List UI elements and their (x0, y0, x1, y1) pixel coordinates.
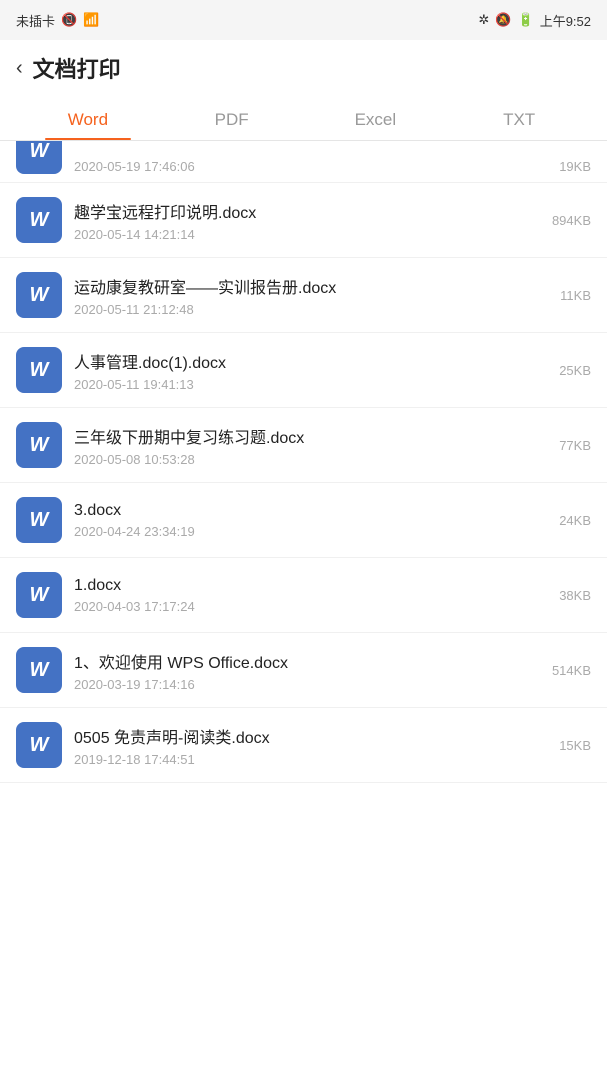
file-date: 2020-05-08 10:53:28 (74, 452, 551, 467)
list-item[interactable]: W 1.docx 2020-04-03 17:17:24 38KB (0, 558, 607, 633)
list-item[interactable]: W 趣学宝远程打印说明.docx 2020-05-14 14:21:14 894… (0, 183, 607, 258)
file-size: 19KB (559, 159, 591, 174)
word-file-icon: W (16, 197, 62, 243)
list-item[interactable]: W 2020-05-19 17:46:06 19KB (0, 141, 607, 183)
file-date: 2020-03-19 17:14:16 (74, 677, 544, 692)
file-name: 三年级下册期中复习练习题.docx (74, 424, 551, 448)
mute-icon: 🔕 (495, 12, 511, 28)
status-bar: 未插卡 📵 📶 ✲ 🔕 🔋 上午9:52 (0, 0, 607, 40)
file-name: 1.docx (74, 577, 551, 595)
file-date: 2020-04-24 23:34:19 (74, 524, 551, 539)
back-button[interactable]: ‹ (16, 57, 23, 80)
list-item[interactable]: W 1、欢迎使用 WPS Office.docx 2020-03-19 17:1… (0, 633, 607, 708)
list-item[interactable]: W 人事管理.doc(1).docx 2020-05-11 19:41:13 2… (0, 333, 607, 408)
word-file-icon: W (16, 572, 62, 618)
tab-excel[interactable]: Excel (304, 96, 448, 140)
list-item[interactable]: W 三年级下册期中复习练习题.docx 2020-05-08 10:53:28 … (0, 408, 607, 483)
status-left: 未插卡 📵 📶 (16, 11, 99, 30)
tab-pdf[interactable]: PDF (160, 96, 304, 140)
file-name: 趣学宝远程打印说明.docx (74, 199, 544, 223)
file-date: 2020-04-03 17:17:24 (74, 599, 551, 614)
tab-bar: Word PDF Excel TXT (0, 96, 607, 141)
file-name: 1、欢迎使用 WPS Office.docx (74, 649, 544, 673)
page-title: 文档打印 (33, 52, 121, 84)
file-size: 77KB (559, 438, 591, 453)
file-date: 2020-05-11 21:12:48 (74, 302, 552, 317)
file-date: 2019-12-18 17:44:51 (74, 752, 551, 767)
bluetooth-icon: ✲ (478, 12, 489, 28)
file-size: 25KB (559, 363, 591, 378)
header: ‹ 文档打印 (0, 40, 607, 96)
word-file-icon: W (16, 722, 62, 768)
word-file-icon: W (16, 497, 62, 543)
file-name: 人事管理.doc(1).docx (74, 349, 551, 373)
word-file-icon: W (16, 141, 62, 174)
file-list: W 2020-05-19 17:46:06 19KB W 趣学宝远程打印说明.d… (0, 141, 607, 783)
list-item[interactable]: W 0505 免责声明-阅读类.docx 2019-12-18 17:44:51… (0, 708, 607, 783)
sim-icon: 📵 (61, 12, 77, 28)
word-file-icon: W (16, 422, 62, 468)
file-date: 2020-05-11 19:41:13 (74, 377, 551, 392)
list-item[interactable]: W 3.docx 2020-04-24 23:34:19 24KB (0, 483, 607, 558)
file-date: 2020-05-14 14:21:14 (74, 227, 544, 242)
status-right: ✲ 🔕 🔋 上午9:52 (478, 11, 591, 30)
file-size: 11KB (560, 288, 591, 303)
file-date: 2020-05-19 17:46:06 (74, 159, 551, 174)
time-label: 上午9:52 (540, 11, 591, 30)
file-size: 38KB (559, 588, 591, 603)
file-name: 0505 免责声明-阅读类.docx (74, 724, 551, 748)
tab-txt[interactable]: TXT (447, 96, 591, 140)
file-size: 894KB (552, 213, 591, 228)
file-size: 514KB (552, 663, 591, 678)
wifi-icon: 📶 (83, 12, 99, 28)
word-file-icon: W (16, 272, 62, 318)
word-file-icon: W (16, 347, 62, 393)
file-name: 3.docx (74, 502, 551, 520)
battery-icon: 🔋 (518, 12, 534, 28)
list-item[interactable]: W 运动康复教研室——实训报告册.docx 2020-05-11 21:12:4… (0, 258, 607, 333)
file-size: 15KB (559, 738, 591, 753)
sim-label: 未插卡 (16, 11, 55, 30)
word-file-icon: W (16, 647, 62, 693)
file-name: 运动康复教研室——实训报告册.docx (74, 274, 552, 298)
file-size: 24KB (559, 513, 591, 528)
tab-word[interactable]: Word (16, 96, 160, 140)
